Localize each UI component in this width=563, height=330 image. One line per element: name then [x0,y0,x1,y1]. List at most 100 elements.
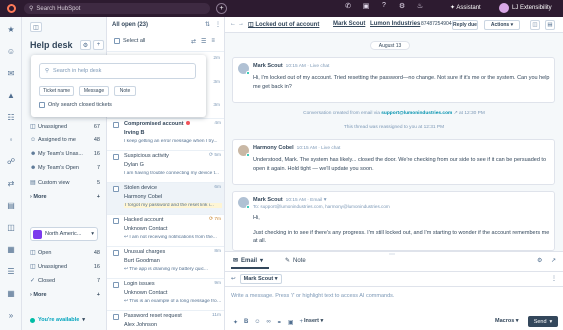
hubspot-logo-icon[interactable] [0,4,22,13]
checkbox[interactable] [39,102,45,108]
library-icon[interactable]: ☰ [6,267,16,277]
automation-icon[interactable]: ⇄ [6,179,16,189]
emoji-icon[interactable]: ☺ [254,319,260,326]
send-button[interactable]: Send ▾ [528,316,558,327]
filter-message[interactable]: Message [79,86,109,96]
contact-link[interactable]: Mark Scout [333,21,365,27]
forward-icon[interactable]: → [238,21,244,27]
insert-menu[interactable]: Insert ▾ [304,318,323,324]
ticket-row[interactable]: Hacked account Unknown Contact ↩ I am no… [107,214,224,246]
macros-menu[interactable]: Macros ▾ [495,318,519,324]
global-search-input[interactable]: ⚲ Search HubSpot [24,3,210,14]
message-input[interactable]: Write a message. Press '/' or highlight … [231,293,394,299]
checkbox[interactable] [114,38,120,44]
expand-nav-icon[interactable]: » [6,311,16,321]
view-unassigned[interactable]: ◫ Unassigned 67 [30,123,100,131]
closed-only-checkbox[interactable]: Only search closed tickets [39,102,112,108]
team-view-open[interactable]: ◫ Open 48 [30,249,100,257]
ticket-row[interactable]: Password reset request Alex Johnson 11m [107,310,224,330]
settings-icon[interactable]: ⚙ [537,257,542,264]
ticket-subject-link[interactable]: ◫ Locked out of account [248,21,319,28]
data-icon[interactable]: ◫ [6,223,16,233]
commerce-icon[interactable]: ▦ [6,245,16,255]
team-view-unassigned[interactable]: ◫ Unassigned 16 [30,263,100,271]
ai-icon[interactable]: ✦ [233,319,238,326]
view-count: 16 [93,151,100,157]
reporting-icon[interactable]: ▤ [6,201,16,211]
more-icon[interactable]: ⋮ [551,275,557,282]
back-icon[interactable]: ← [230,21,236,27]
phone-icon[interactable]: ✆ [342,2,354,10]
reply-due-badge[interactable]: Reply due [452,20,478,30]
marketing-icon[interactable]: ▲ [6,91,16,101]
checkbox[interactable] [113,314,119,320]
ticket-row[interactable]: Compromised account Irving B I keep gett… [107,118,224,150]
account-menu[interactable]: LJ Extensibility [499,3,552,13]
resize-handle-icon[interactable]: ⋯ [389,251,395,258]
new-ticket-icon[interactable]: + [93,40,104,50]
bookmark-icon[interactable]: ★ [6,25,16,35]
sales-icon[interactable]: ◦ [6,135,16,145]
team-select[interactable]: North Americ... ▾ [30,227,98,241]
help-desk-search-input[interactable]: ⚲ Search in help desk [39,63,196,79]
tab-note[interactable]: ✎ Note [285,257,306,265]
list-menu-icon[interactable]: ≡ [211,38,215,45]
recipient-chip[interactable]: Mark Scout ▾ [239,274,282,284]
external-link-icon[interactable]: ↗ [454,111,458,116]
attachment-icon[interactable]: ⚭ [277,319,282,326]
inbox-icon[interactable]: ✉ [6,69,16,79]
checkbox[interactable] [113,154,119,160]
more-icon[interactable]: ⋮ [215,21,221,28]
ticket-row[interactable]: Unusual charges Burt Goodman ↩ The app i… [107,246,224,278]
checkbox[interactable] [113,122,119,128]
reply-icon[interactable]: ↩ [231,276,236,282]
view-my-team-open[interactable]: ☻ My Team's Open 7 [30,165,100,171]
service-icon[interactable]: ☍ [6,157,16,167]
bold-icon[interactable]: B [244,319,248,326]
email-link[interactable]: support@lumonindustries.com [381,111,452,116]
filter-ticket-name[interactable]: Ticket name [39,86,74,96]
checkbox[interactable] [113,186,119,192]
panel-toggle-icon[interactable]: ◫ [530,20,540,30]
ticket-row-selected[interactable]: Stolen device Harmony Cobel I forgot my … [107,182,224,214]
checkbox[interactable] [113,218,119,224]
assistant-button[interactable]: ✦ Assistant [450,4,481,11]
marketplace-icon[interactable]: ▣ [360,2,372,10]
more-views-toggle[interactable]: › More + [30,194,100,200]
view-my-team-unassigned[interactable]: ☻ My Team's Unas... 16 [30,151,100,157]
ticket-row[interactable]: Login issues Unknown Contact ↩ This is a… [107,278,224,310]
availability-toggle[interactable]: You're available ▾ [30,317,85,323]
add-view-icon[interactable]: + [97,292,100,298]
select-all-checkbox[interactable]: Select all [114,38,145,44]
checkbox[interactable] [113,282,119,288]
expand-icon[interactable]: ↗ [551,257,556,264]
view-assigned-to-me[interactable]: ☺ Assigned to me 48 [30,137,100,143]
sort-icon[interactable]: ⇅ [205,21,210,28]
filter-icon[interactable]: ☰ [201,38,206,45]
layout-icon[interactable]: ▤ [545,20,555,30]
help-icon[interactable]: ? [378,2,390,10]
notifications-icon[interactable]: ♨ [414,2,426,10]
merge-icon[interactable]: ⇄ [191,38,196,45]
view-custom[interactable]: ▤ Custom view 5 [30,179,100,187]
filter-note[interactable]: Note [114,86,136,96]
settings-icon[interactable]: ⚙ [80,40,91,50]
collapse-panel-icon[interactable]: ◫ [30,22,42,32]
content-icon[interactable]: ☷ [6,113,16,123]
settings-icon[interactable]: ⚙ [396,2,408,10]
company-link[interactable]: Lumon Industries [370,21,420,27]
tab-email[interactable]: ✉ Email ▾ [233,257,263,265]
image-icon[interactable]: ▣ [288,319,294,326]
caret-down-icon[interactable]: ▾ [324,197,327,203]
ticket-row[interactable]: Suspicious activity Dylan G I am having … [107,150,224,182]
checkbox[interactable] [113,250,119,256]
add-icon[interactable]: + [300,319,304,326]
team-view-closed[interactable]: ✓ Closed 7 [30,277,100,285]
contacts-icon[interactable]: ☺ [6,47,16,57]
team-more-toggle[interactable]: › More + [30,292,100,298]
link-icon[interactable]: ∞ [267,319,271,326]
add-view-icon[interactable]: + [97,194,100,200]
add-icon[interactable]: + [216,3,227,14]
actions-menu[interactable]: Actions ▾ [484,20,520,30]
apps-icon[interactable]: ▦ [6,289,16,299]
